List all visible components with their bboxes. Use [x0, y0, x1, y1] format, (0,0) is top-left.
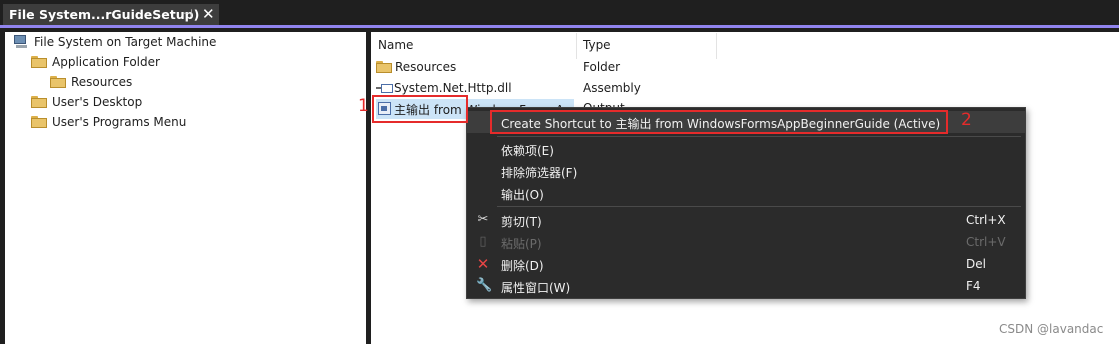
menu-item-exclude-filter[interactable]: 排除筛选器(F) [467, 160, 1025, 182]
menu-item-properties-window[interactable]: 🔧 属性窗口(W) F4 [467, 275, 1025, 297]
column-divider[interactable] [576, 33, 577, 59]
menu-item-outputs[interactable]: 输出(O) [467, 182, 1025, 204]
tab-title: File System...rGuideSetup) [9, 7, 200, 22]
folder-icon [50, 76, 66, 88]
menu-item-label: 排除筛选器(F) [501, 166, 578, 180]
tree-item-users-programs-menu[interactable]: User's Programs Menu [31, 113, 186, 131]
menu-item-shortcut: Del [966, 257, 986, 271]
menu-item-label: 依赖项(E) [501, 144, 554, 158]
wrench-icon: 🔧 [476, 278, 493, 293]
assembly-icon [376, 82, 393, 94]
annotation-marker-2: 2 [961, 110, 972, 130]
annotation-marker-1: 1 [358, 96, 369, 116]
menu-item-paste[interactable]: ▯ 粘贴(P) Ctrl+V [467, 231, 1025, 253]
delete-x-icon: ✕ [476, 255, 490, 273]
folder-icon [31, 116, 47, 128]
menu-item-label: 输出(O) [501, 188, 544, 202]
tree-item-resources[interactable]: Resources [50, 73, 132, 91]
tree-item-label: User's Desktop [52, 95, 143, 109]
list-item-name: Resources [395, 60, 457, 74]
tree-item-application-folder[interactable]: Application Folder [31, 53, 160, 71]
menu-item-shortcut: F4 [966, 279, 981, 293]
tree-item-label: Application Folder [52, 55, 160, 69]
list-item-name: System.Net.Http.dll [394, 81, 512, 95]
list-item-resources[interactable]: Resources [376, 58, 456, 76]
folder-icon [376, 61, 392, 73]
menu-separator [497, 206, 1021, 207]
tree-item-label: File System on Target Machine [34, 35, 217, 49]
menu-separator [497, 136, 1021, 137]
scissors-icon: ✂ [477, 212, 489, 227]
annotation-box-1 [372, 95, 468, 123]
menu-item-shortcut: Ctrl+V [966, 235, 1006, 249]
column-divider[interactable] [716, 33, 717, 59]
menu-item-delete[interactable]: ✕ 删除(D) Del [467, 253, 1025, 275]
menu-item-label: 属性窗口(W) [501, 281, 571, 295]
file-system-tree[interactable]: File System on Target Machine Applicatio… [5, 32, 366, 344]
tree-item-target-machine[interactable]: File System on Target Machine [13, 33, 216, 51]
tree-item-users-desktop[interactable]: User's Desktop [31, 93, 142, 111]
document-tab[interactable]: File System...rGuideSetup) ⊣ ✕ [3, 4, 219, 25]
list-item-type: Folder [583, 60, 621, 74]
document-tab-strip: File System...rGuideSetup) ⊣ ✕ [0, 0, 1119, 28]
list-item-type: Assembly [583, 81, 641, 95]
clipboard-icon: ▯ [479, 234, 487, 249]
context-menu: Create Shortcut to 主输出 from WindowsForms… [466, 107, 1026, 299]
watermark: CSDN @lavandac [999, 322, 1104, 336]
folder-icon [31, 56, 47, 68]
column-header-name[interactable]: Name [378, 38, 413, 52]
menu-item-label: 剪切(T) [501, 215, 542, 229]
column-header-type[interactable]: Type [583, 38, 611, 52]
annotation-box-2 [490, 110, 948, 134]
tree-item-label: Resources [71, 75, 133, 89]
menu-item-dependencies[interactable]: 依赖项(E) [467, 138, 1025, 160]
menu-item-shortcut: Ctrl+X [966, 213, 1006, 227]
close-icon[interactable]: ✕ [202, 5, 215, 23]
tree-item-label: User's Programs Menu [52, 115, 187, 129]
menu-item-cut[interactable]: ✂ 剪切(T) Ctrl+X [467, 209, 1025, 231]
menu-item-label: 粘贴(P) [501, 237, 542, 251]
menu-item-label: 删除(D) [501, 259, 544, 273]
computer-icon [13, 35, 29, 49]
pin-icon[interactable]: ⊣ [183, 7, 193, 20]
folder-icon [31, 96, 47, 108]
